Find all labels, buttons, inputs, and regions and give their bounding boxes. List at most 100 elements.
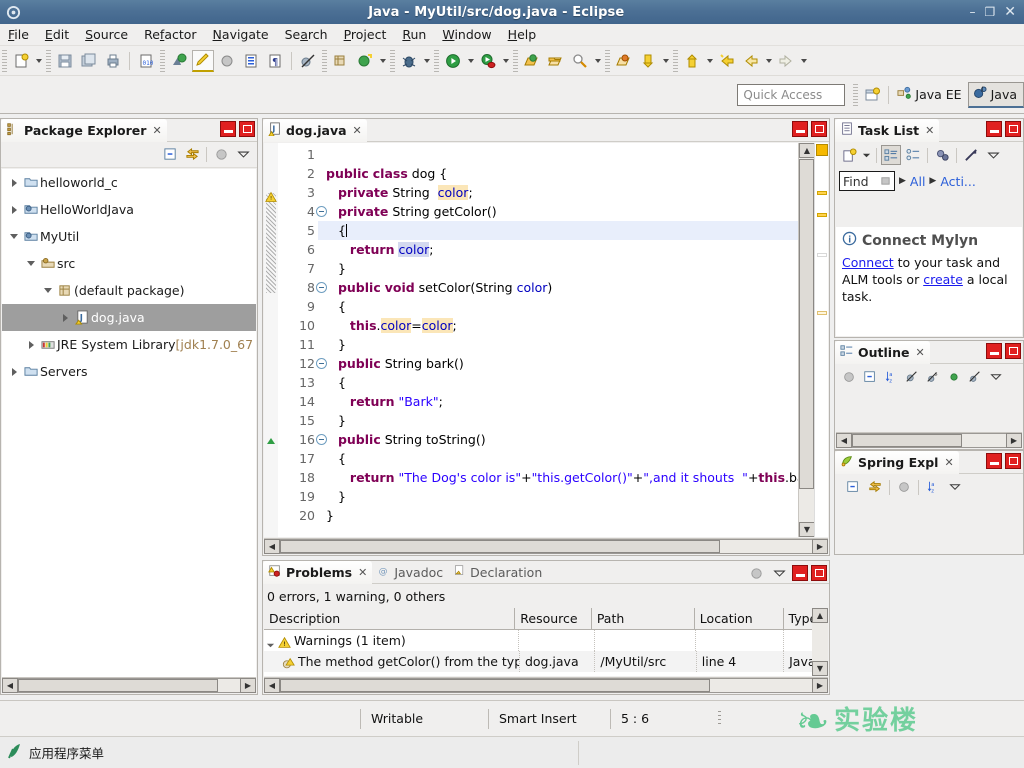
code-line[interactable]: private String color; bbox=[318, 183, 828, 202]
hide-non-public-icon[interactable] bbox=[944, 367, 964, 387]
create-link[interactable]: create bbox=[923, 272, 963, 287]
maximize-button-editor[interactable] bbox=[811, 121, 827, 137]
chevron-right-icon[interactable] bbox=[23, 331, 39, 358]
external-tools-icon[interactable] bbox=[521, 50, 543, 72]
chevron-down-icon[interactable] bbox=[266, 635, 275, 651]
menu-window[interactable]: Window bbox=[434, 25, 499, 44]
problems-hscroll-thumb[interactable] bbox=[280, 679, 710, 692]
minimize-button-spring[interactable] bbox=[986, 453, 1002, 469]
toolbar-grip-3[interactable] bbox=[160, 49, 165, 72]
code-line[interactable]: } bbox=[318, 259, 828, 278]
new-package-icon[interactable] bbox=[330, 50, 352, 72]
tab-dog-java[interactable]: J dog.java ✕ bbox=[263, 118, 367, 142]
close-icon[interactable]: ✕ bbox=[353, 124, 362, 137]
tab-task-list[interactable]: Task List ✕ bbox=[835, 118, 940, 142]
link-with-editor-icon[interactable] bbox=[865, 477, 885, 497]
previous-annotation-dropdown-icon[interactable] bbox=[704, 50, 715, 72]
toolbar-grip-4[interactable] bbox=[322, 49, 327, 72]
scroll-down-icon[interactable]: ▼ bbox=[812, 661, 828, 676]
code-line[interactable]: public class dog { bbox=[318, 164, 828, 183]
run-server-icon[interactable] bbox=[477, 50, 499, 72]
forward-icon[interactable] bbox=[775, 50, 797, 72]
tab-problems[interactable]: Problems ✕ bbox=[263, 560, 373, 584]
editor-hscrollbar[interactable]: ◀ ▶ bbox=[264, 538, 828, 554]
toggle-build-icon[interactable]: 010 bbox=[135, 50, 157, 72]
perspective-tab-javaee[interactable]: Java EE bbox=[893, 82, 967, 108]
table-row[interactable]: ! Warnings (1 item) bbox=[264, 630, 828, 651]
app-menu-icon[interactable] bbox=[8, 743, 22, 762]
code-line[interactable]: private String getColor() bbox=[318, 202, 828, 221]
minimize-button-package-explorer[interactable] bbox=[220, 121, 236, 137]
tab-outline[interactable]: Outline ✕ bbox=[835, 340, 930, 364]
editor-hscroll-thumb[interactable] bbox=[280, 540, 720, 553]
tab-package-explorer[interactable]: Package Explorer ✕ bbox=[1, 118, 167, 142]
problems-hscroll-track[interactable] bbox=[280, 678, 812, 693]
tree-item-default-package[interactable]: (default package) bbox=[2, 277, 256, 304]
run-icon[interactable] bbox=[442, 50, 464, 72]
toolbar-grip-7[interactable] bbox=[513, 49, 518, 72]
code-line[interactable]: return "Bark"; bbox=[318, 392, 828, 411]
minimize-button-editor[interactable] bbox=[792, 121, 808, 137]
chevron-right-icon[interactable] bbox=[57, 304, 73, 331]
outline-hscroll-track[interactable] bbox=[852, 433, 1006, 448]
chevron-right-icon[interactable] bbox=[6, 358, 22, 385]
hide-local-types-icon[interactable] bbox=[965, 367, 985, 387]
connect-link[interactable]: Connect bbox=[842, 255, 894, 270]
code-line[interactable]: } bbox=[318, 335, 828, 354]
filters-icon[interactable] bbox=[894, 477, 914, 497]
code-line[interactable]: this.color=color; bbox=[318, 316, 828, 335]
code-line[interactable]: public String toString() bbox=[318, 430, 828, 449]
toolbar-grip-8[interactable] bbox=[605, 49, 610, 72]
perspective-tab-java[interactable]: J Java bbox=[967, 81, 1024, 108]
tree-item-myutil[interactable]: MyUtil bbox=[2, 223, 256, 250]
menu-source[interactable]: Source bbox=[77, 25, 136, 44]
code-line[interactable]: { bbox=[318, 297, 828, 316]
close-icon[interactable]: ✕ bbox=[925, 124, 934, 137]
tab-spring-explorer[interactable]: Spring Expl ✕ bbox=[835, 450, 959, 474]
code-line[interactable]: } bbox=[318, 506, 828, 525]
code-line[interactable]: public String bark() bbox=[318, 354, 828, 373]
package-explorer-tree[interactable]: helloworld_c HelloWorldJava MyUtil src (defa… bbox=[2, 169, 256, 677]
focus-on-active-task-icon[interactable] bbox=[839, 367, 859, 387]
mark-occurrences-icon[interactable] bbox=[216, 50, 238, 72]
scroll-up-icon[interactable]: ▲ bbox=[799, 143, 815, 158]
maximize-button-problems[interactable] bbox=[811, 565, 827, 581]
minimize-button-outline[interactable] bbox=[986, 343, 1002, 359]
toolbar-grip-6[interactable] bbox=[434, 49, 439, 72]
open-type-icon[interactable] bbox=[240, 50, 262, 72]
new-task-dropdown-icon[interactable] bbox=[861, 145, 872, 165]
scheduled-presentation-icon[interactable] bbox=[903, 145, 923, 165]
code-line[interactable]: { bbox=[318, 221, 828, 240]
minimize-button-problems[interactable] bbox=[792, 565, 808, 581]
scroll-right-icon[interactable]: ▶ bbox=[1006, 433, 1022, 448]
overview-mark-4[interactable] bbox=[817, 311, 827, 315]
column-header-description[interactable]: Description bbox=[264, 608, 516, 629]
tree-item-helloworldjava[interactable]: HelloWorldJava bbox=[2, 196, 256, 223]
editor-code[interactable]: public class dog { private String color;… bbox=[318, 143, 828, 537]
new-class-dropdown-icon[interactable] bbox=[377, 50, 388, 72]
open-task-icon[interactable] bbox=[192, 49, 214, 72]
menu-file[interactable]: File bbox=[0, 25, 37, 44]
scroll-left-icon[interactable]: ◀ bbox=[264, 678, 280, 693]
tab-declaration[interactable]: Declaration bbox=[448, 561, 547, 584]
link-with-editor-icon[interactable] bbox=[182, 145, 202, 165]
new-wizard-icon[interactable] bbox=[10, 50, 32, 72]
overview-warning-mark-2[interactable] bbox=[817, 213, 827, 217]
code-line[interactable]: { bbox=[318, 449, 828, 468]
code-line[interactable]: } bbox=[318, 411, 828, 430]
menu-edit[interactable]: Edit bbox=[37, 25, 77, 44]
editor-vscrollbar[interactable]: ▲ ▼ bbox=[798, 143, 815, 537]
print-icon[interactable] bbox=[102, 50, 124, 72]
tree-item-servers[interactable]: Servers bbox=[2, 358, 256, 385]
filters-icon[interactable] bbox=[746, 563, 766, 583]
open-resource-icon[interactable] bbox=[613, 50, 635, 72]
focus-on-workweek-icon[interactable] bbox=[932, 145, 952, 165]
categorized-presentation-icon[interactable] bbox=[881, 145, 901, 165]
scroll-right-icon[interactable]: ▶ bbox=[812, 678, 828, 693]
close-icon[interactable]: ✕ bbox=[944, 456, 953, 469]
menu-project[interactable]: Project bbox=[336, 25, 395, 44]
tree-item-src[interactable]: src bbox=[2, 250, 256, 277]
scroll-down-icon[interactable]: ▼ bbox=[799, 522, 815, 537]
back-icon[interactable] bbox=[740, 50, 762, 72]
back-dropdown-icon[interactable] bbox=[763, 50, 774, 72]
